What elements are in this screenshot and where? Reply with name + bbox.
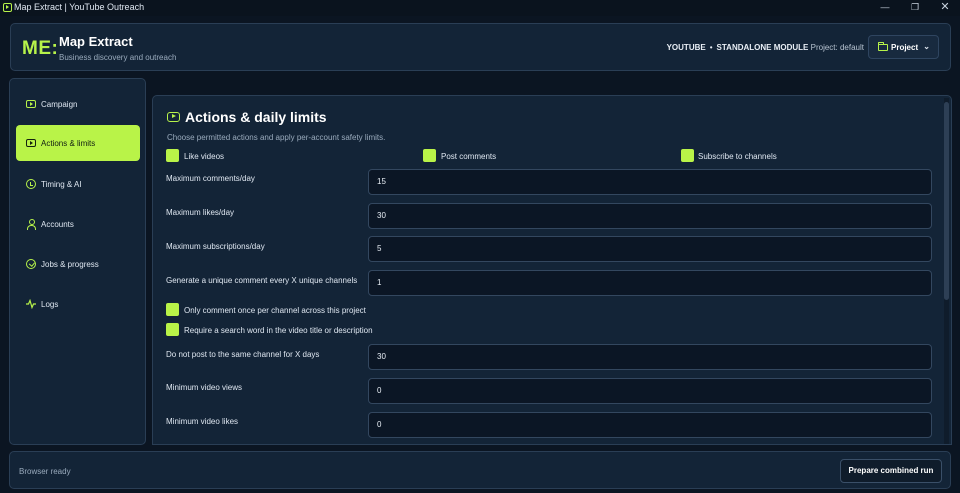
sidebar-item-label: Campaign — [41, 100, 78, 109]
min-views-label: Minimum video views — [166, 383, 243, 392]
require-search-word-label: Require a search word in the video title… — [184, 326, 373, 335]
max-comments-input[interactable]: 15 — [368, 169, 932, 195]
like-videos-label: Like videos — [184, 152, 225, 161]
status-footer: Browser ready Prepare combined run — [9, 451, 951, 489]
min-likes-input[interactable]: 0 — [368, 412, 932, 438]
min-likes-label: Minimum video likes — [166, 417, 239, 426]
project-menu-button[interactable]: Project ⌄ — [868, 35, 939, 59]
minimize-button[interactable]: — — [870, 0, 900, 16]
sidebar-item-jobs-progress[interactable]: Jobs & progress — [16, 246, 140, 282]
sidebar-item-accounts[interactable]: Accounts — [16, 206, 140, 242]
post-comments-checkbox[interactable] — [423, 149, 436, 162]
max-comments-label: Maximum comments/day — [166, 174, 255, 183]
user-icon — [26, 219, 36, 230]
maximize-button[interactable]: ❐ — [900, 0, 930, 16]
youtube-icon — [167, 112, 180, 122]
sidebar-item-campaign[interactable]: Campaign — [16, 86, 140, 122]
subscribe-channels-label: Subscribe to channels — [698, 152, 777, 161]
window-title: Map Extract | YouTube Outreach — [14, 2, 145, 12]
panel-scrollbar[interactable] — [944, 98, 949, 444]
separator-dot: • — [709, 43, 713, 52]
unique-comment-input[interactable]: 1 — [368, 270, 932, 296]
app-logo: ME: — [22, 38, 59, 59]
same-channel-days-label: Do not post to the same channel for X da… — [166, 350, 320, 359]
section-title: Actions & daily limits — [185, 109, 327, 125]
project-info: Project: default — [810, 43, 864, 52]
window-titlebar: Map Extract | YouTube Outreach — ❐ ✕ — [0, 0, 960, 16]
sidebar-item-actions-limits[interactable]: Actions & limits — [16, 125, 140, 161]
folder-icon — [878, 42, 888, 51]
close-window-button[interactable]: ✕ — [930, 0, 960, 16]
like-videos-checkbox[interactable] — [166, 149, 179, 162]
sidebar-item-label: Jobs & progress — [41, 260, 99, 269]
browser-status: Browser ready — [19, 467, 71, 476]
sidebar-item-label: Accounts — [41, 220, 74, 229]
sidebar-item-label: Timing & AI — [41, 180, 82, 189]
min-views-input[interactable]: 0 — [368, 378, 932, 404]
project-button-label: Project — [891, 43, 919, 52]
sidebar-item-timing-ai[interactable]: Timing & AI — [16, 166, 140, 202]
youtube-app-icon — [3, 3, 12, 12]
comment-once-label: Only comment once per channel across thi… — [184, 306, 366, 315]
actions-limits-panel: Actions & daily limits Choose permitted … — [152, 95, 952, 445]
play-icon — [26, 100, 36, 108]
app-title: Map Extract — [59, 34, 133, 49]
check-circle-icon — [26, 259, 36, 269]
sidebar-item-label: Logs — [41, 300, 59, 309]
max-subscriptions-input[interactable]: 5 — [368, 236, 932, 262]
prepare-combined-run-button[interactable]: Prepare combined run — [840, 459, 942, 483]
subscribe-channels-checkbox[interactable] — [681, 149, 694, 162]
app-header: ME: Map Extract Business discovery and o… — [10, 23, 951, 71]
platform-label: YOUTUBE — [666, 43, 706, 52]
require-search-word-checkbox[interactable] — [166, 323, 179, 336]
module-label: STANDALONE MODULE — [716, 43, 809, 52]
comment-once-checkbox[interactable] — [166, 303, 179, 316]
sidebar: Campaign Actions & limits Timing & AI Ac… — [9, 78, 146, 445]
module-info: YOUTUBE • STANDALONE MODULE Project: defau… — [667, 43, 864, 52]
activity-icon — [26, 299, 36, 309]
max-likes-label: Maximum likes/day — [166, 208, 235, 217]
clock-icon — [26, 179, 36, 189]
post-comments-label: Post comments — [441, 152, 497, 161]
sidebar-item-label: Actions & limits — [41, 139, 96, 148]
same-channel-days-input[interactable]: 30 — [368, 344, 932, 370]
section-description: Choose permitted actions and apply per-a… — [167, 133, 386, 142]
unique-comment-label: Generate a unique comment every X unique… — [166, 276, 358, 285]
chevron-down-icon: ⌄ — [923, 42, 930, 51]
play-icon — [26, 139, 36, 147]
scrollbar-thumb[interactable] — [944, 102, 949, 300]
app-subtitle: Business discovery and outreach — [59, 53, 177, 62]
max-likes-input[interactable]: 30 — [368, 203, 932, 229]
max-subscriptions-label: Maximum subscriptions/day — [166, 242, 265, 251]
sidebar-item-logs[interactable]: Logs — [16, 286, 140, 322]
